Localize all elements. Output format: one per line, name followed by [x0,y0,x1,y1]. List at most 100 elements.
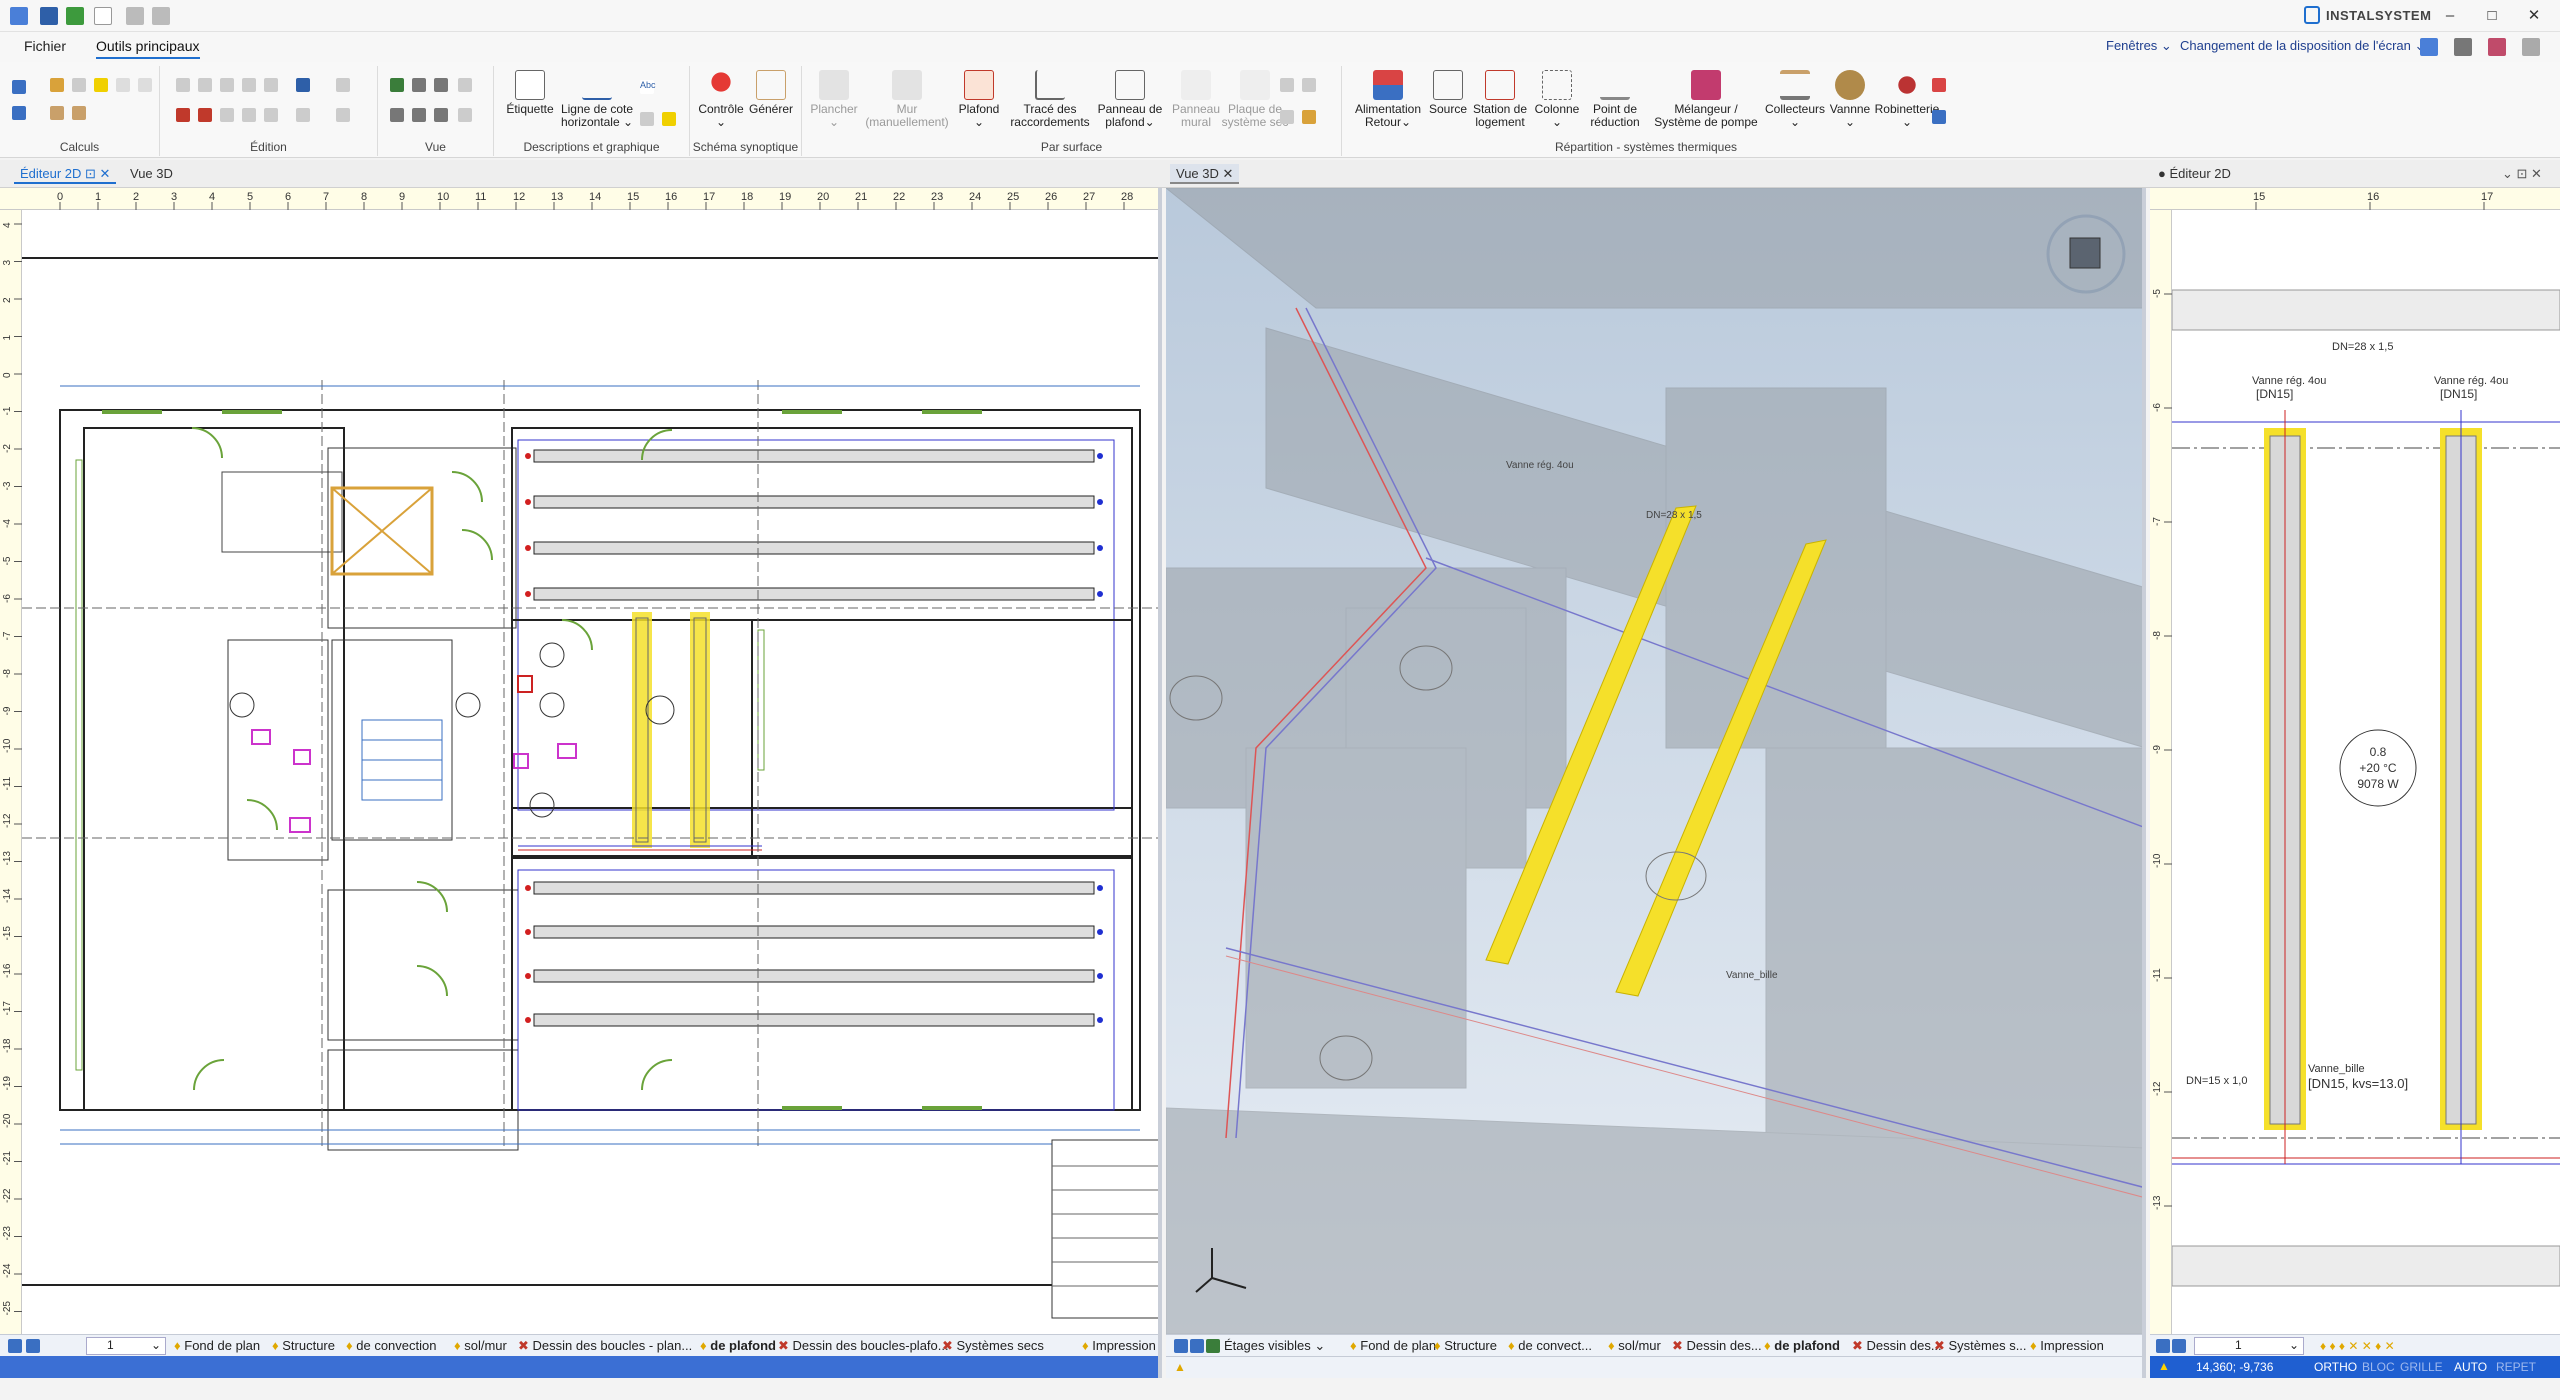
close-button[interactable]: ✕ [2514,4,2554,28]
mid-layer-down-icon[interactable] [1190,1339,1204,1353]
layer-item[interactable]: ♦ Fond de plan [1350,1338,1436,1353]
layer-item[interactable]: ✖ Dessin des boucles-plafo... [778,1338,949,1354]
view-options-icon[interactable] [458,78,472,92]
tab-editeur-2d-right[interactable]: ● Éditeur 2D [2152,164,2237,184]
station-button[interactable]: Station de logement [1470,70,1530,129]
calc-icon[interactable] [12,80,26,94]
panneau-plafond-button[interactable]: Panneau de plafond⌄ [1092,70,1168,129]
layout-dropdown[interactable]: Changement de la disposition de l'écran … [2180,38,2425,54]
calc-d-icon[interactable] [116,78,130,92]
text-style-icon[interactable]: Abc [640,80,656,94]
pane-controls[interactable]: ⌄ ⊡ ✕ [2496,164,2548,184]
point-reduction-button[interactable]: Point de réduction [1580,70,1650,129]
surface-tool-b-icon[interactable] [1302,78,1316,92]
level-select[interactable]: 1 ⌄ [86,1337,166,1355]
ortho-toggle[interactable]: ORTHO [2314,1360,2357,1374]
etiquette-button[interactable]: Étiquette [504,70,556,116]
etages-dropdown[interactable]: Étages visibles ⌄ [1224,1338,1325,1354]
right-layer-down-icon[interactable] [2172,1339,2186,1353]
bloc-toggle[interactable]: BLOC [2362,1360,2395,1374]
move-icon[interactable] [220,108,234,122]
ceiling-panel[interactable] [533,495,1095,509]
app-icon[interactable] [10,7,28,25]
right-level-select[interactable]: 1 ⌄ [2194,1337,2304,1355]
layer-item[interactable]: ✖ Dessin des... [1672,1338,1762,1354]
calc-a-icon[interactable] [50,78,64,92]
block-icon[interactable] [336,108,350,122]
collecteurs-button[interactable]: Collecteurs ⌄ [1764,70,1826,129]
copy-icon[interactable] [176,78,190,92]
scale-icon[interactable] [242,108,256,122]
delete-icon[interactable] [198,108,212,122]
layer-item[interactable]: ✖ Dessin des boucles - plan... [518,1338,692,1354]
layer-item[interactable]: ♦ Impression [1082,1338,1156,1353]
note-icon[interactable] [662,112,676,126]
mirror-icon[interactable] [242,78,256,92]
surface-tool-d-icon[interactable] [1302,110,1316,124]
layer-item[interactable]: ✖ Systèmes secs [942,1338,1044,1354]
user-icon[interactable] [2522,38,2540,56]
layer-item[interactable]: ♦ de plafond [1764,1338,1840,1353]
zoom-next-icon[interactable] [434,108,448,122]
tab-editeur-2d-left[interactable]: Éditeur 2D ⊡ ✕ [14,164,117,184]
mid-layer-up-icon[interactable] [1174,1339,1188,1353]
zoom-in-icon[interactable] [390,78,404,92]
3d-viewport[interactable]: Vanne rég. 4ou DN=28 x 1,5 Vanne_bille [1166,188,2146,1335]
ceiling-panel[interactable] [533,541,1095,555]
controle-button[interactable]: Contrôle ⌄ [696,70,746,129]
alimentation-button[interactable]: Alimentation Retour⌄ [1350,70,1426,129]
tab-vue-3d-mid[interactable]: Vue 3D ✕ [1170,164,1240,184]
plancher-button[interactable]: Plancher ⌄ [806,70,862,129]
calc-g-icon[interactable] [72,106,86,120]
pan-icon[interactable] [458,108,472,122]
zoom-window-icon[interactable] [434,78,448,92]
ceiling-panel[interactable] [533,969,1095,983]
calc-e-icon[interactable] [138,78,152,92]
minimize-button[interactable]: – [2430,4,2470,28]
select-icon[interactable] [296,108,310,122]
colonne-button[interactable]: Colonne ⌄ [1532,70,1582,129]
grille-toggle[interactable]: GRILLE [2400,1360,2443,1374]
mid-view-icon[interactable] [1206,1339,1220,1353]
redo-icon[interactable] [152,7,170,25]
layer-item[interactable]: ♦ Fond de plan [174,1338,260,1353]
ceiling-panel[interactable] [533,925,1095,939]
window-icon[interactable] [2420,38,2438,56]
layer-item[interactable]: ♦ de plafond [700,1338,776,1353]
calc-f-icon[interactable] [50,106,64,120]
layer-up-icon[interactable] [8,1339,22,1353]
layer-item[interactable]: ♦ de convect... [1508,1338,1592,1353]
layer-item[interactable]: ✖ Systèmes s... [1934,1338,2027,1354]
plafond-button[interactable]: Plafond ⌄ [952,70,1006,129]
layer-item[interactable]: ♦ sol/mur [454,1338,507,1353]
layer-down-icon[interactable] [26,1339,40,1353]
ceiling-panel[interactable] [533,881,1095,895]
fenetres-dropdown[interactable]: Fenêtres ⌄ [2106,38,2172,54]
surface-tool-c-icon[interactable] [1280,110,1294,124]
vannne-button[interactable]: Vannne ⌄ [1826,70,1874,129]
paste-icon[interactable] [198,78,212,92]
trace-button[interactable]: Tracé des raccordements [1008,70,1092,129]
repet-toggle[interactable]: REPET [2496,1360,2536,1374]
right-layer-icons[interactable]: ♦ ♦ ♦ ✕ ✕ ♦ ✕ [2320,1339,2395,1353]
save-icon[interactable] [40,7,58,25]
zoom-all-icon[interactable] [390,108,404,122]
ceiling-panel[interactable] [533,587,1095,601]
layer-item[interactable]: ♦ sol/mur [1608,1338,1661,1353]
extra-tool-b-icon[interactable] [1932,110,1946,124]
undo-icon[interactable] [126,7,144,25]
ceiling-panel[interactable] [533,1013,1095,1027]
zoom-out-icon[interactable] [412,78,426,92]
zoom-prev-icon[interactable] [412,108,426,122]
cut-icon[interactable] [176,108,190,122]
right-layer-up-icon[interactable] [2156,1339,2170,1353]
tab-fichier[interactable]: Fichier [24,38,66,54]
source-button[interactable]: Source [1428,70,1468,116]
property-icon[interactable] [296,78,310,92]
calc-c-icon[interactable] [94,78,108,92]
align-icon[interactable] [264,78,278,92]
group-icon[interactable] [264,108,278,122]
panneau-mural-button[interactable]: Panneau mural [1168,70,1224,129]
ligne-cote-button[interactable]: Ligne de cote horizontale ⌄ [560,70,634,129]
tab-vue-3d-left[interactable]: Vue 3D [124,164,179,184]
